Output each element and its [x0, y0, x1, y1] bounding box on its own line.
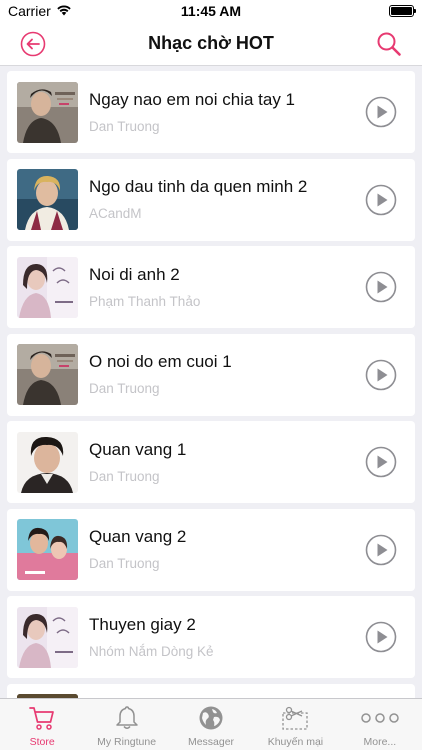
- list-item[interactable]: Ngo dau tinh da quen minh 2 ACandM: [7, 158, 415, 241]
- play-icon[interactable]: [365, 359, 397, 391]
- wifi-icon: [56, 3, 72, 19]
- album-thumbnail: [17, 81, 78, 143]
- album-thumbnail: [17, 431, 78, 493]
- search-button[interactable]: [375, 30, 403, 58]
- page-title: Nhạc chờ HOT: [148, 33, 274, 53]
- play-icon[interactable]: [365, 184, 397, 216]
- cart-icon: [28, 703, 56, 733]
- album-thumbnail: [17, 344, 78, 405]
- play-icon[interactable]: [365, 271, 397, 303]
- tab-store[interactable]: Store: [0, 699, 84, 750]
- list-item[interactable]: Quan vang 2 Dan Truong: [7, 508, 415, 591]
- list-item[interactable]: [7, 683, 415, 698]
- battery-icon: [389, 5, 416, 17]
- back-button[interactable]: [19, 30, 47, 58]
- play-icon[interactable]: [365, 96, 397, 128]
- tab-label: Messager: [187, 736, 235, 748]
- play-icon[interactable]: [365, 621, 397, 653]
- list-item[interactable]: Thuyen giay 2 Nhóm Nắm Dòng Kẻ: [7, 596, 415, 678]
- list-item[interactable]: O noi do em cuoi 1 Dan Truong: [7, 333, 415, 416]
- tab-khuyen-mai[interactable]: Khuyến mại: [253, 699, 337, 750]
- search-icon: [377, 32, 401, 56]
- play-icon[interactable]: [365, 534, 397, 566]
- tab-my-ringtune[interactable]: My Ringtune: [84, 699, 168, 750]
- album-thumbnail: [17, 606, 78, 668]
- tab-label: My Ringtune: [97, 736, 157, 748]
- tab-label: Khuyến mại: [267, 736, 324, 748]
- ringtone-list[interactable]: Ngay nao em noi chia tay 1 Dan Truong Ng…: [0, 66, 422, 698]
- tab-bar: Store My Ringtune Messager Khuyến mại Mo…: [0, 698, 422, 750]
- album-thumbnail: [17, 169, 78, 230]
- list-item[interactable]: Noi di anh 2 Phạm Thanh Thảo: [7, 246, 415, 328]
- album-thumbnail: [17, 519, 78, 580]
- carrier-label: Carrier: [8, 3, 51, 19]
- list-item[interactable]: Quan vang 1 Dan Truong: [7, 421, 415, 503]
- status-time: 11:45 AM: [180, 3, 242, 19]
- list-item[interactable]: Ngay nao em noi chia tay 1 Dan Truong: [7, 71, 415, 153]
- album-thumbnail: [17, 256, 78, 318]
- tab-label: More...: [363, 736, 397, 748]
- tab-label: Store: [29, 736, 55, 748]
- status-bar: Carrier 11:45 AM: [0, 0, 422, 22]
- status-left: Carrier: [8, 3, 148, 19]
- scissors-coupon-icon: [280, 703, 310, 733]
- globe-icon: [197, 703, 225, 733]
- tab-more[interactable]: More...: [338, 699, 422, 750]
- play-icon[interactable]: [365, 446, 397, 478]
- bell-icon: [113, 703, 141, 733]
- navigation-bar: Nhạc chờ HOT: [0, 22, 422, 66]
- more-dots-icon: [358, 703, 402, 733]
- tab-messager[interactable]: Messager: [169, 699, 253, 750]
- back-arrow-circle-icon: [20, 31, 46, 57]
- status-right: [274, 5, 416, 17]
